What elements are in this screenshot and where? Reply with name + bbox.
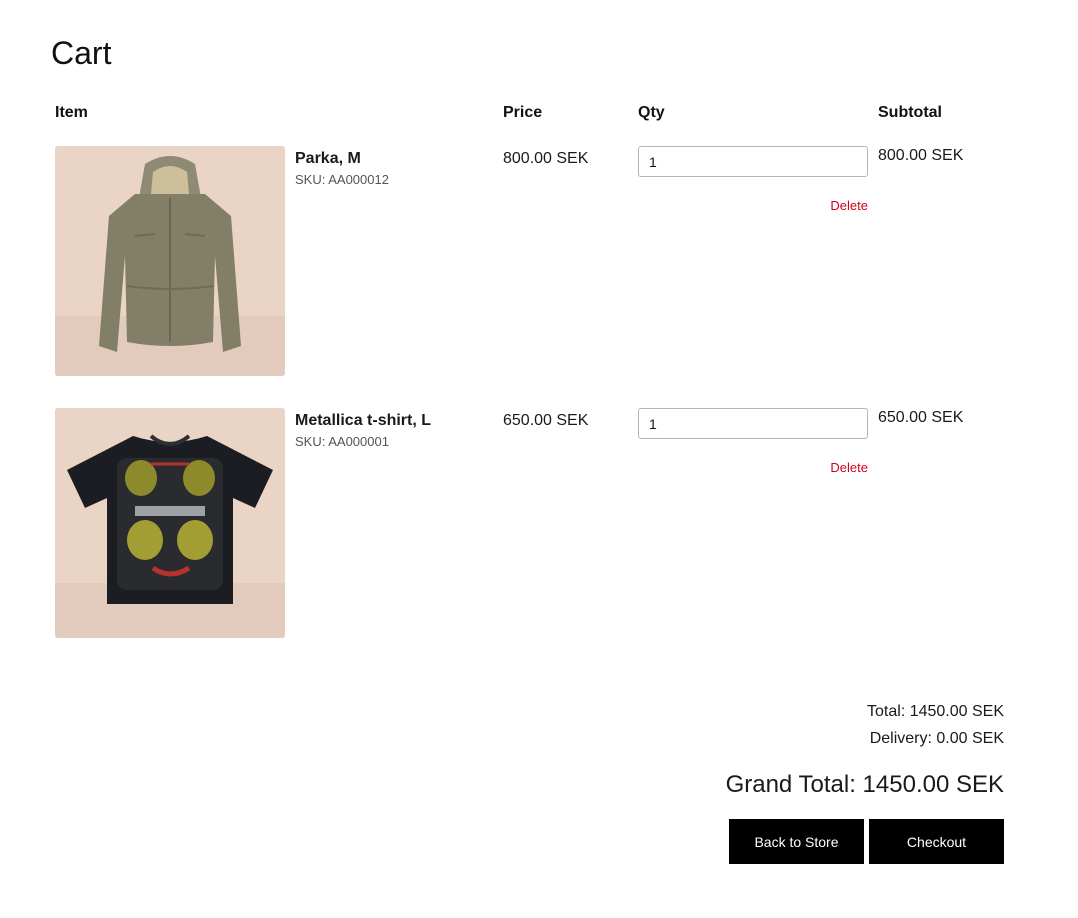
column-header-item: Item — [55, 104, 88, 121]
item-subtotal: 800.00 SEK — [878, 147, 964, 164]
item-name: Metallica t-shirt, L — [295, 412, 432, 429]
grand-total: Grand Total: 1450.00 SEK — [725, 771, 1004, 798]
item-price: 650.00 SEK — [503, 412, 589, 429]
column-header-price: Price — [503, 104, 543, 121]
column-header-subtotal: Subtotal — [878, 104, 942, 121]
total-amount: Total: 1450.00 SEK — [867, 703, 1004, 720]
item-subtotal: 650.00 SEK — [878, 409, 964, 426]
cart-row: Parka, M SKU: AA000012 800.00 SEK Delete… — [0, 146, 1078, 376]
item-sku: SKU: AA000001 — [295, 434, 389, 449]
quantity-input[interactable] — [638, 408, 868, 439]
item-price: 800.00 SEK — [503, 150, 589, 167]
tshirt-photo-icon — [55, 408, 285, 638]
delete-item-link[interactable]: Delete — [830, 198, 868, 214]
cart-row: Metallica t-shirt, L SKU: AA000001 650.0… — [0, 408, 1078, 638]
product-image-parka[interactable] — [55, 146, 285, 376]
column-header-qty: Qty — [638, 104, 665, 121]
back-to-store-button[interactable]: Back to Store — [729, 819, 864, 864]
quantity-input[interactable] — [638, 146, 868, 177]
page-title: Cart — [51, 35, 112, 71]
delivery-amount: Delivery: 0.00 SEK — [869, 730, 1004, 747]
item-sku: SKU: AA000012 — [295, 172, 389, 187]
delete-item-link[interactable]: Delete — [830, 460, 868, 476]
parka-photo-icon — [55, 146, 285, 376]
product-image-tshirt[interactable] — [55, 408, 285, 638]
checkout-button[interactable]: Checkout — [869, 819, 1004, 864]
item-name: Parka, M — [295, 150, 361, 167]
